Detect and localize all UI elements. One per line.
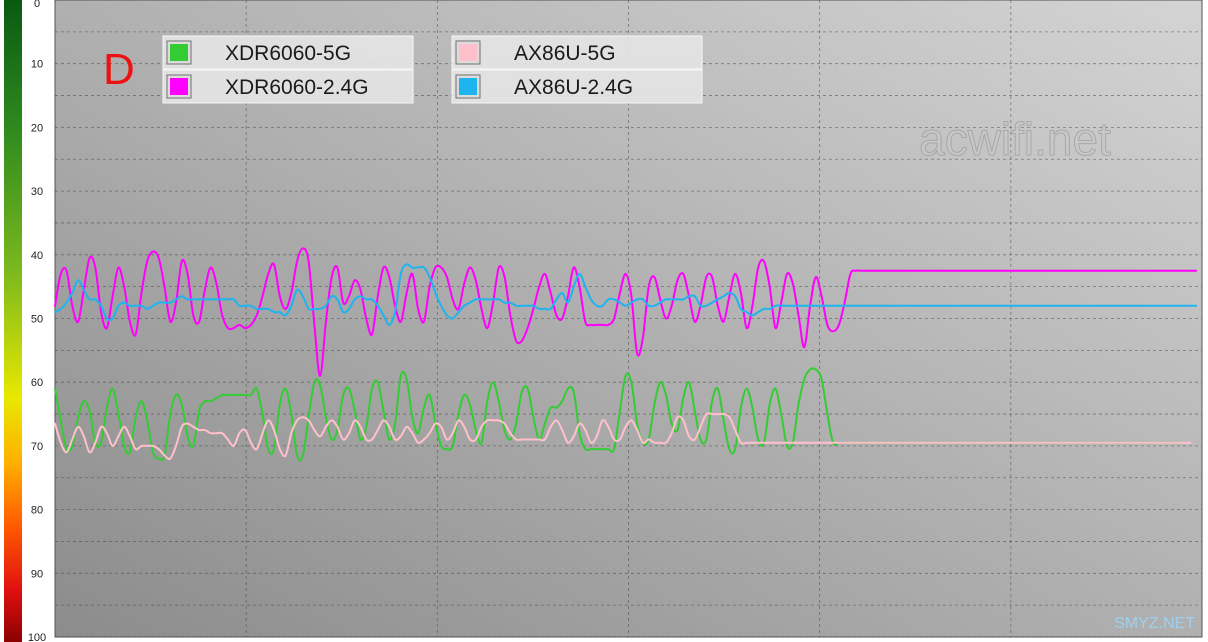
y-tick-label: 60: [31, 377, 43, 389]
signal-chart: 0 10 20 30 40 50 60 70 80 90 100 acwifi.net D XDR6…: [0, 0, 1208, 642]
legend-swatch: [459, 44, 477, 61]
y-tick-label: 30: [31, 186, 43, 198]
legend-label: XDR6060-5G: [225, 42, 351, 65]
legend-swatch: [170, 44, 188, 61]
watermark-bottom: SMYZ.NET: [1114, 615, 1195, 632]
color-scale-bar: [4, 0, 22, 642]
y-tick-label: 40: [31, 250, 43, 262]
y-tick-label: 100: [28, 632, 46, 642]
y-tick-label: 10: [31, 59, 43, 71]
legend-label: XDR6060-2.4G: [225, 76, 369, 99]
legend-label: AX86U-2.4G: [514, 76, 633, 99]
legend-swatch: [459, 78, 477, 95]
y-tick-label: 50: [31, 314, 43, 326]
legend-label: AX86U-5G: [514, 42, 616, 65]
y-tick-label: 20: [31, 122, 43, 134]
legend-swatch: [170, 78, 188, 95]
y-tick-label: 90: [31, 568, 43, 580]
y-tick-label: 0: [34, 0, 40, 10]
watermark-top: acwifi.net: [919, 113, 1111, 165]
y-tick-label: 70: [31, 441, 43, 453]
y-tick-label: 80: [31, 505, 43, 517]
corner-label: D: [103, 45, 135, 94]
